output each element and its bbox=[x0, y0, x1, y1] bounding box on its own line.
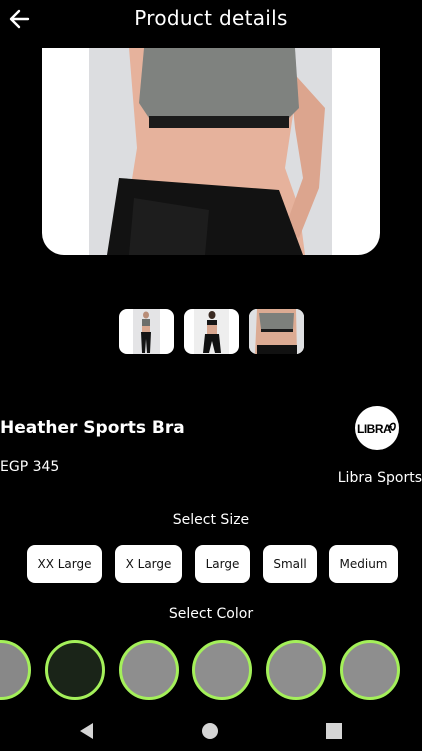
svg-text:LIBRA: LIBRA bbox=[357, 422, 392, 436]
color-swatch[interactable] bbox=[119, 640, 179, 700]
thumbnail-3[interactable] bbox=[249, 309, 304, 354]
thumbnail-strip bbox=[0, 309, 422, 354]
color-swatch[interactable] bbox=[45, 640, 105, 700]
back-triangle-icon bbox=[80, 723, 93, 739]
brand-logo[interactable]: LIBRA bbox=[355, 406, 399, 450]
system-navigation-bar bbox=[0, 710, 422, 751]
thumbnail-1[interactable] bbox=[119, 309, 174, 354]
size-options: XX Large X Large Large Small Medium bbox=[0, 545, 422, 583]
system-back-button[interactable] bbox=[76, 720, 98, 742]
app-bar: Product details bbox=[0, 0, 422, 40]
product-price: EGP 345 bbox=[0, 459, 60, 475]
size-option[interactable]: Medium bbox=[329, 545, 398, 583]
product-main-image[interactable] bbox=[42, 48, 380, 255]
select-color-title: Select Color bbox=[168, 606, 254, 622]
size-option[interactable]: XX Large bbox=[27, 545, 102, 583]
page-title: Product details bbox=[134, 6, 288, 30]
product-photo bbox=[89, 48, 332, 255]
system-recents-button[interactable] bbox=[323, 720, 345, 742]
color-swatch[interactable] bbox=[0, 640, 31, 700]
size-option[interactable]: X Large bbox=[115, 545, 182, 583]
size-option[interactable]: Large bbox=[195, 545, 250, 583]
product-name: Heather Sports Bra bbox=[0, 418, 185, 438]
brand-name[interactable]: Libra Sports bbox=[338, 470, 422, 486]
system-home-button[interactable] bbox=[199, 720, 221, 742]
color-swatch[interactable] bbox=[192, 640, 252, 700]
home-circle-icon bbox=[202, 723, 218, 739]
color-swatch[interactable] bbox=[266, 640, 326, 700]
color-options bbox=[0, 640, 422, 700]
recents-square-icon bbox=[326, 723, 342, 739]
libra-logo-icon: LIBRA bbox=[357, 422, 396, 436]
size-option[interactable]: Small bbox=[263, 545, 317, 583]
color-swatch[interactable] bbox=[340, 640, 400, 700]
thumbnail-2[interactable] bbox=[184, 309, 239, 354]
select-size-title: Select Size bbox=[172, 512, 250, 528]
